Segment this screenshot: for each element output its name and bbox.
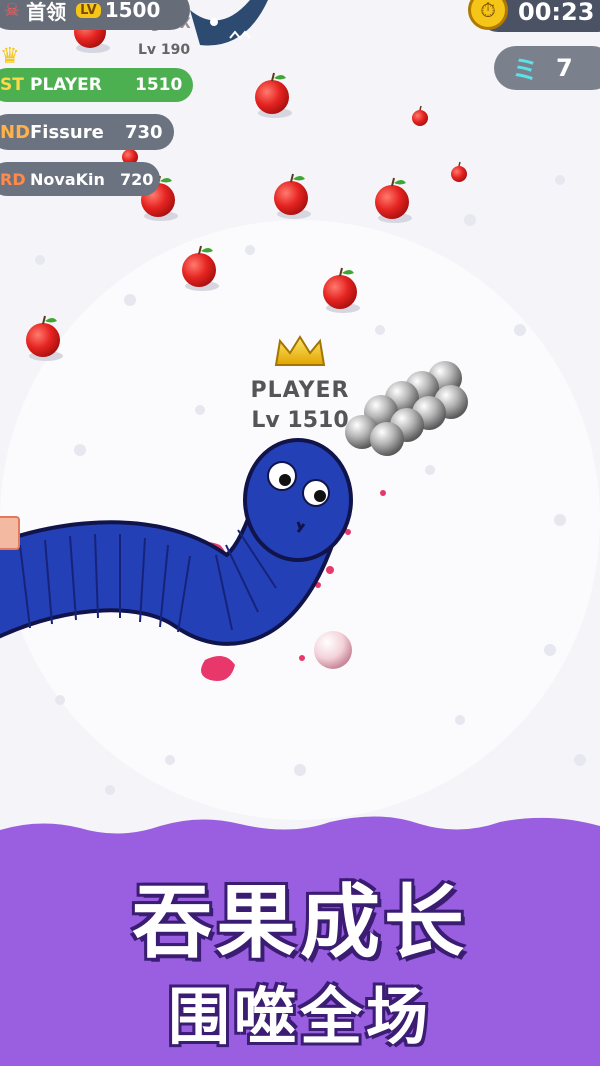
boss-title: 首领 <box>26 0 67 24</box>
pink-ball <box>314 631 352 669</box>
leaderboard-row-3: RD NovaKin 720 <box>0 162 160 196</box>
boss-level-value: 1500 <box>104 0 161 22</box>
player-name-label: PLAYER <box>250 378 350 403</box>
leaderboard-row-2: ND Fissure 730 <box>0 114 174 150</box>
leaderboard-row-1: ST PLAYER 1510 <box>0 68 193 102</box>
boss-bar[interactable]: ☠ 首领 LV 1500 <box>0 0 190 30</box>
level-badge-icon: LV <box>76 2 101 18</box>
side-item-icon[interactable] <box>0 516 20 550</box>
leaderboard-crown-icon: ♛ <box>0 44 20 69</box>
promo-subheadline: 围噬全场 <box>167 980 432 1053</box>
skull-icon: ☠ <box>4 0 21 21</box>
worm-icon: ミ <box>512 55 539 86</box>
promo-headline: 吞果成长 <box>132 876 468 969</box>
kill-counter: ミ 7 <box>494 46 600 90</box>
player-level-label: Lv 1510 <box>251 408 349 433</box>
enemy-level-label: Lv 190 <box>138 42 191 58</box>
